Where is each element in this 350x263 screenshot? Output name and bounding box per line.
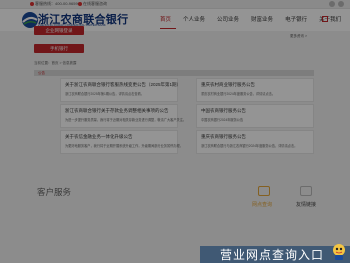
- top-icons: [329, 1, 344, 7]
- notice-title: 重庆农村商业银行服务公告: [201, 82, 255, 87]
- notice-title: 关于农信金融业务一体化升级公告: [65, 134, 133, 139]
- link-icon[interactable]: [300, 186, 312, 196]
- nav-wealth[interactable]: 财富业务: [251, 15, 273, 23]
- assistant-mascot-icon[interactable]: [331, 243, 347, 261]
- notice-card[interactable]: 关于农信金融业务一体化升级公告 为更好地服务客户，我行将于近期开展系统升级工作，…: [60, 130, 183, 154]
- nav-corporate[interactable]: 公司业务: [217, 15, 239, 23]
- branch-query-link[interactable]: 网点查询: [252, 201, 272, 208]
- banner-text: 营业网点查询入口: [220, 248, 325, 262]
- notice-title: 重庆农商银行服务公告: [201, 134, 246, 139]
- notice-desc: 重庆农村商业银行2024年度服务公告，详情请点击。: [201, 92, 276, 96]
- corporate-login-button[interactable]: 企业网银登录: [34, 26, 84, 35]
- service-title: 客户服务: [37, 187, 72, 197]
- notice-desc: 为进一步提升服务质量，我行将于近期对相关存款业务进行调整，敬请广大客户关注。: [65, 118, 187, 122]
- menu-icon[interactable]: [322, 16, 328, 22]
- nav-personal[interactable]: 个人业务: [183, 15, 205, 23]
- online-service-link[interactable]: 在线客服咨询: [78, 1, 107, 7]
- tab-notice[interactable]: 公告: [38, 71, 45, 76]
- nav-home[interactable]: 首页: [160, 15, 171, 23]
- nav-ebank[interactable]: 电子银行: [285, 15, 307, 23]
- chat-icon: [78, 1, 82, 6]
- notice-card[interactable]: 关于浙江农商联合银行客服热线变更公告（2025年第1期） 浙江农商联合银行202…: [60, 78, 182, 102]
- notice-title: 中国农商银行服务公告: [201, 108, 246, 113]
- notice-card[interactable]: 浙江农商联合银行关于存款业务调整相关事项的公告 为进一步提升服务质量，我行将于近…: [60, 104, 186, 128]
- notice-desc: 浙江农商联合银行与浙江农商银行2024年度服务公告，详情请点击。: [201, 144, 298, 148]
- notice-title: 关于浙江农商联合银行客服热线变更公告（2025年第1期）: [65, 82, 182, 87]
- phone-icon: [30, 1, 34, 6]
- notice-card[interactable]: 重庆农商银行服务公告 浙江农商联合银行与浙江农商银行2024年度服务公告，详情请…: [196, 130, 314, 154]
- notice-desc: 中国农商银行2024年服务公告: [201, 118, 244, 122]
- friend-links-link[interactable]: 友情链接: [296, 201, 316, 208]
- breadcrumb: 当前位置：首页 > 信息披露: [34, 61, 77, 65]
- notice-card[interactable]: 中国农商银行服务公告 中国农商银行2024年服务公告: [196, 104, 314, 128]
- notice-desc: 为更好地服务客户，我行将于近期开展系统升级工作，升级期间部分业务暂停办理。: [65, 144, 183, 148]
- notice-title: 浙江农商联合银行关于存款业务调整相关事项的公告: [65, 108, 169, 113]
- tab-bar: 公告: [34, 70, 314, 76]
- wechat-icon[interactable]: [338, 1, 344, 7]
- weibo-icon[interactable]: [329, 1, 335, 7]
- more-link[interactable]: 更多资讯 >: [290, 34, 307, 39]
- notice-card[interactable]: 重庆农村商业银行服务公告 重庆农村商业银行2024年度服务公告，详情请点击。: [196, 78, 314, 102]
- location-icon[interactable]: [258, 186, 270, 196]
- top-bar: 客服热线：400-00-96596 在线客服咨询: [0, 0, 350, 9]
- nav-active-indicator: [160, 28, 176, 29]
- hotline-text: 客服热线：400-00-96596: [30, 1, 80, 7]
- notice-desc: 浙江农商联合银行2025年第1期公告，详情请点击查看。: [65, 92, 144, 96]
- mobile-bank-button[interactable]: 手机银行: [34, 44, 84, 53]
